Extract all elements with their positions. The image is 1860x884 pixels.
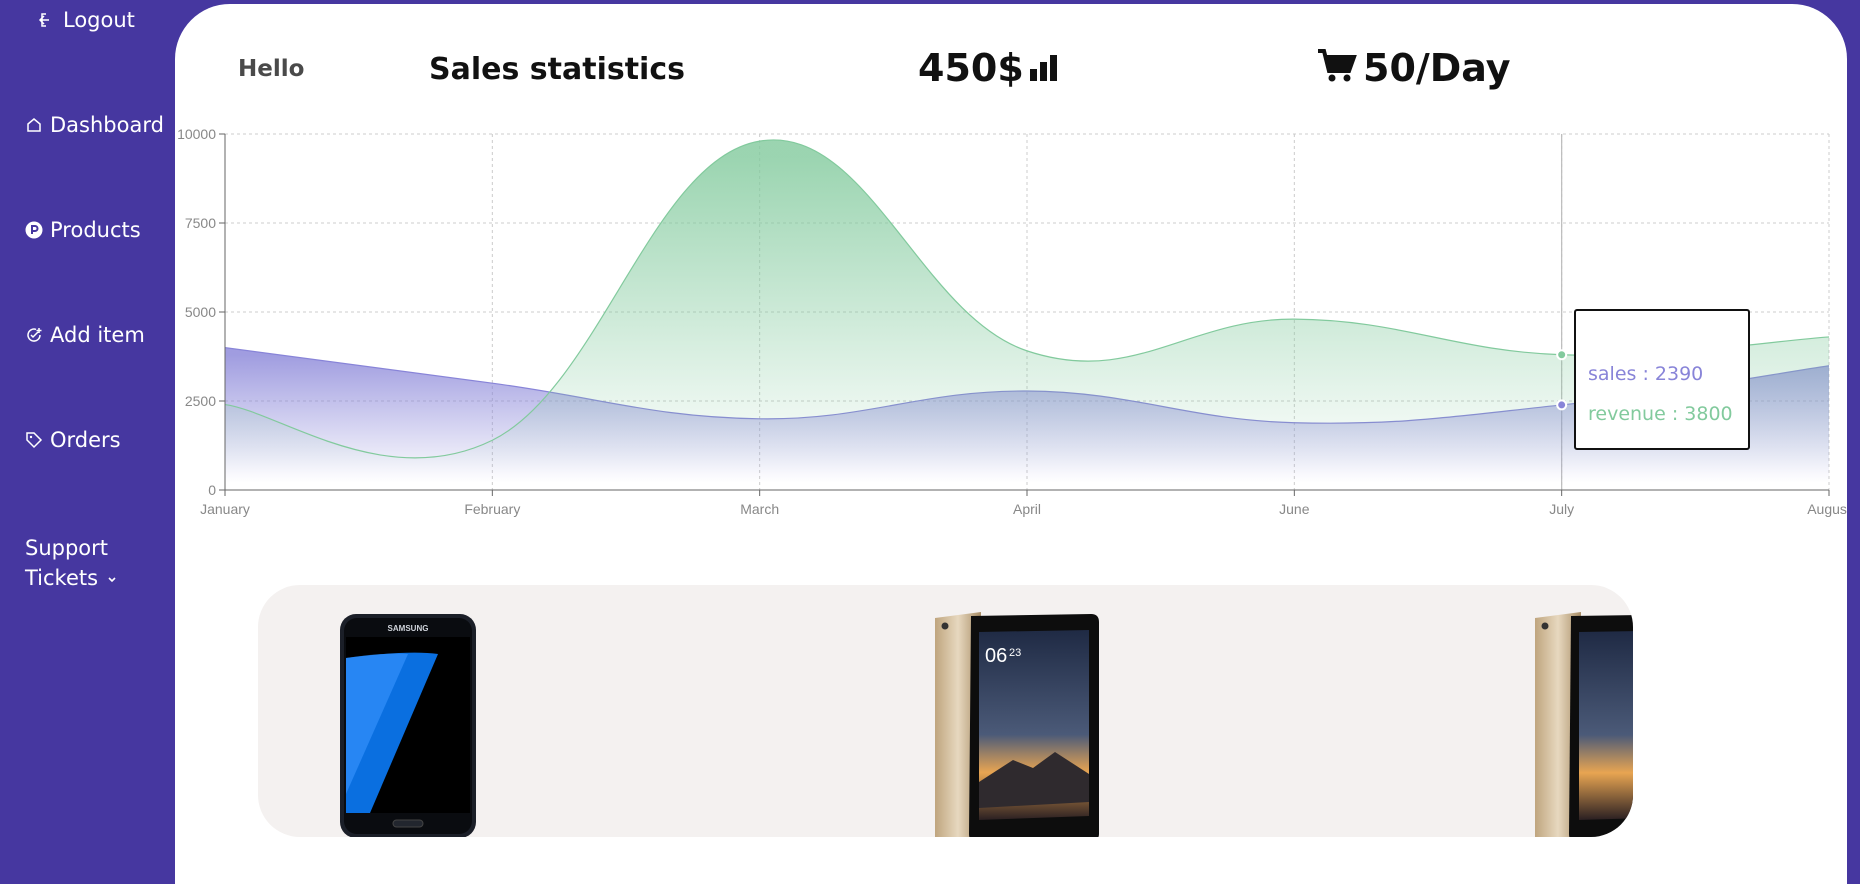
x-tick-label: January (200, 501, 250, 517)
sidebar-item-dashboard[interactable]: Dashboard (25, 113, 164, 137)
chevron-down-icon (106, 564, 118, 594)
svg-text:23: 23 (1009, 647, 1021, 659)
sidebar-item-label: Products (50, 218, 141, 242)
samsung-phone-image[interactable]: SAMSUNG (338, 614, 478, 837)
x-tick-label: August (1807, 501, 1847, 517)
logout-link[interactable]: Logout (38, 8, 135, 32)
sidebar-item-products[interactable]: Products (25, 218, 141, 242)
home-icon (25, 116, 43, 134)
sidebar-item-label: Orders (50, 428, 121, 452)
sales-chart[interactable]: 0 2500 5000 7500 10000 January February March Ap… (175, 4, 1847, 544)
main-panel: Hello Sales statistics 450$ 50/Day 0 2500… (175, 4, 1847, 884)
sidebar-item-label: Dashboard (50, 113, 164, 137)
p-circle-icon (25, 221, 43, 239)
support-label-line2: Tickets (25, 566, 99, 590)
x-tick-label: June (1279, 501, 1310, 517)
y-tick-label: 0 (208, 482, 216, 498)
svg-text:06: 06 (985, 645, 1007, 667)
y-tick-label: 2500 (185, 393, 216, 409)
logout-icon (38, 11, 56, 29)
sidebar-item-support-tickets[interactable]: Support Tickets (25, 533, 118, 594)
y-tick-label: 5000 (185, 304, 216, 320)
sidebar-item-add-item[interactable]: Add item (25, 323, 145, 347)
tag-icon (25, 431, 43, 449)
svg-text:SAMSUNG: SAMSUNG (388, 624, 429, 633)
sidebar-item-label: Add item (50, 323, 145, 347)
sidebar-item-orders[interactable]: Orders (25, 428, 121, 452)
x-tick-label: July (1549, 501, 1574, 517)
tablet-partial-image[interactable] (1533, 612, 1633, 837)
active-dot-revenue (1556, 349, 1568, 361)
product-carousel[interactable]: SAMSUNG 06 23 (258, 585, 1633, 837)
active-dot-sales (1556, 399, 1568, 411)
y-tick-label: 10000 (177, 126, 216, 142)
x-tick-label: February (464, 501, 520, 517)
tooltip-sales: sales : 2390 (1588, 363, 1704, 385)
x-tick-label: March (740, 501, 779, 517)
x-tick-label: April (1013, 501, 1041, 517)
sidebar: Logout Dashboard Products Add item Order… (0, 0, 175, 868)
support-label-line1: Support (25, 536, 109, 560)
add-check-icon (25, 326, 43, 344)
tooltip-revenue: revenue : 3800 (1588, 403, 1733, 425)
chart-tooltip: sales : 2390 revenue : 3800 (1574, 309, 1750, 450)
logout-label: Logout (63, 8, 135, 32)
tablet-image[interactable]: 06 23 (933, 612, 1103, 837)
y-tick-label: 7500 (185, 215, 216, 231)
